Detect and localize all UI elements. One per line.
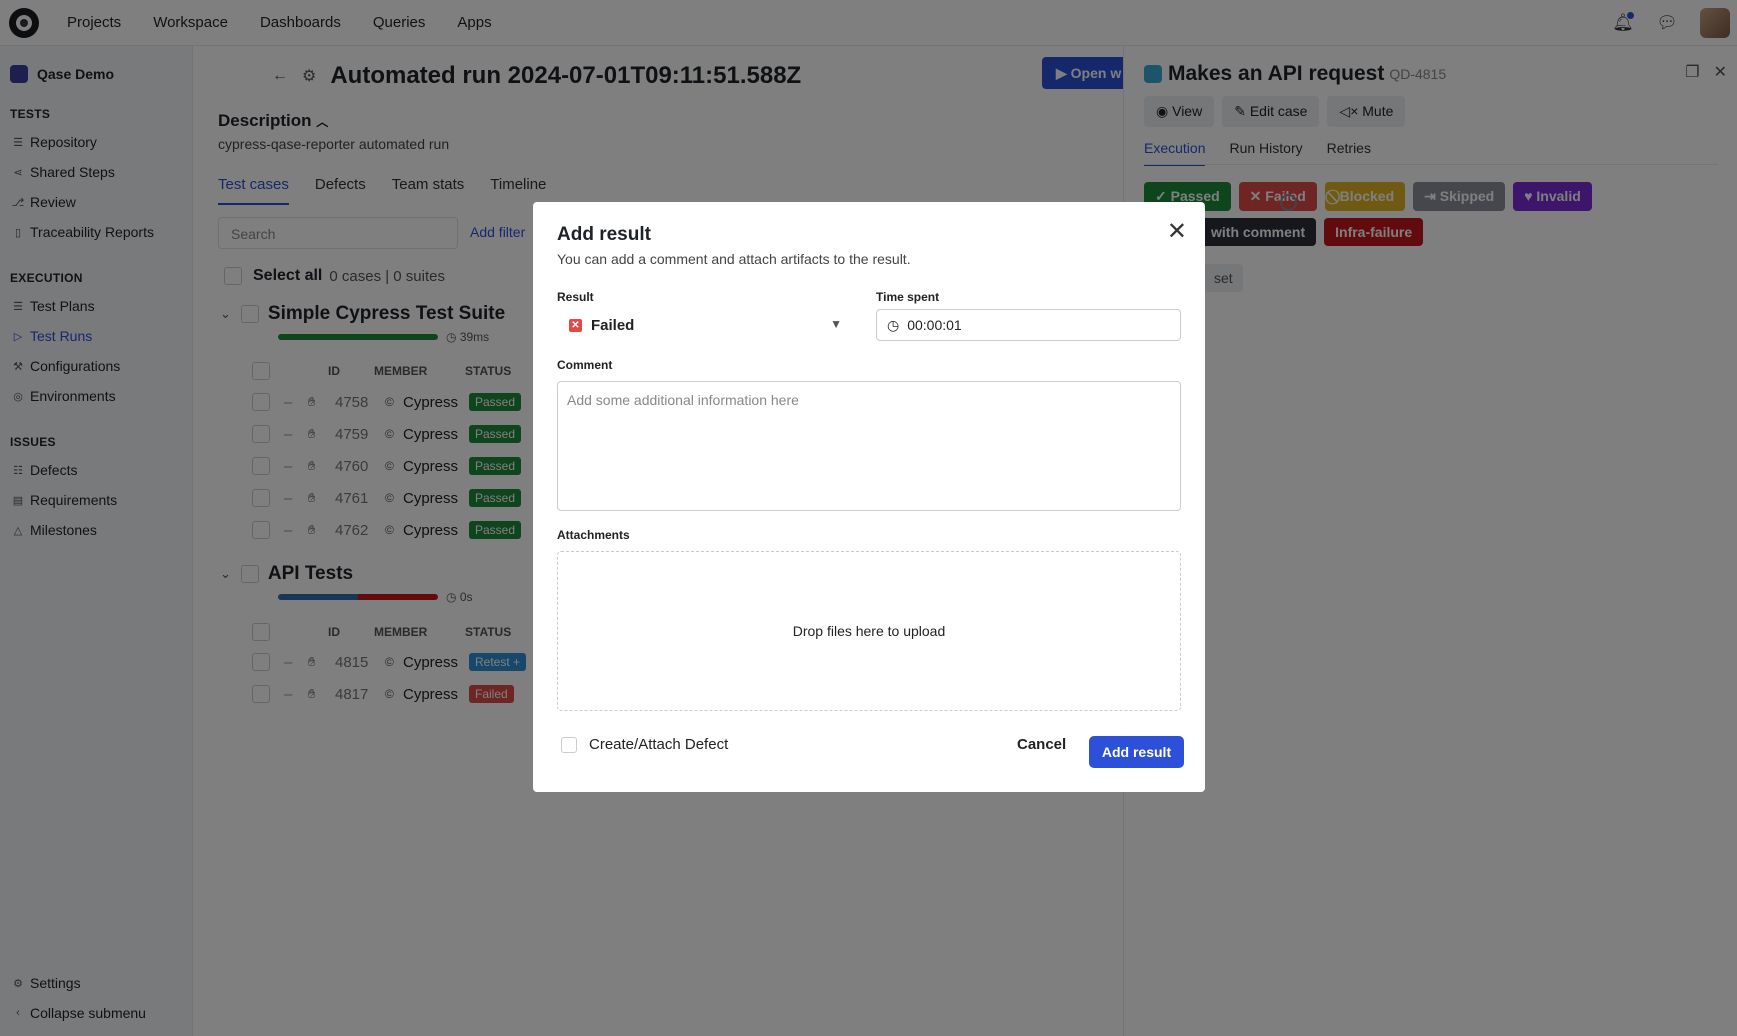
- cancel-button[interactable]: Cancel: [1017, 736, 1066, 753]
- result-select[interactable]: ✕ Failed ▼: [557, 309, 852, 341]
- comment-textarea[interactable]: Add some additional information here: [557, 381, 1181, 511]
- time-value: 00:00:01: [907, 317, 962, 333]
- attachments-label: Attachments: [557, 528, 630, 542]
- create-defect-label: Create/Attach Defect: [589, 736, 729, 753]
- result-value: Failed: [591, 316, 635, 334]
- add-result-button[interactable]: Add result: [1089, 736, 1184, 768]
- add-result-modal: Add result You can add a comment and att…: [533, 202, 1205, 792]
- dropzone-text: Drop files here to upload: [792, 623, 946, 639]
- comment-label: Comment: [557, 358, 613, 372]
- cursor-ring: [1280, 194, 1297, 211]
- file-dropzone[interactable]: Drop files here to upload: [557, 551, 1181, 711]
- modal-title: Add result: [557, 224, 651, 245]
- failed-status-icon: ✕: [569, 318, 582, 332]
- result-label: Result: [557, 290, 594, 304]
- create-defect-option[interactable]: Create/Attach Defect: [561, 736, 728, 753]
- create-defect-checkbox[interactable]: [561, 736, 577, 753]
- caret-down-icon: ▼: [830, 317, 842, 331]
- time-spent-label: Time spent: [876, 290, 940, 304]
- time-spent-input[interactable]: ◷ 00:00:01: [876, 309, 1181, 341]
- clock-icon: ◷: [887, 316, 900, 333]
- modal-subtitle: You can add a comment and attach artifac…: [557, 251, 911, 267]
- close-icon[interactable]: ✕: [1167, 220, 1187, 244]
